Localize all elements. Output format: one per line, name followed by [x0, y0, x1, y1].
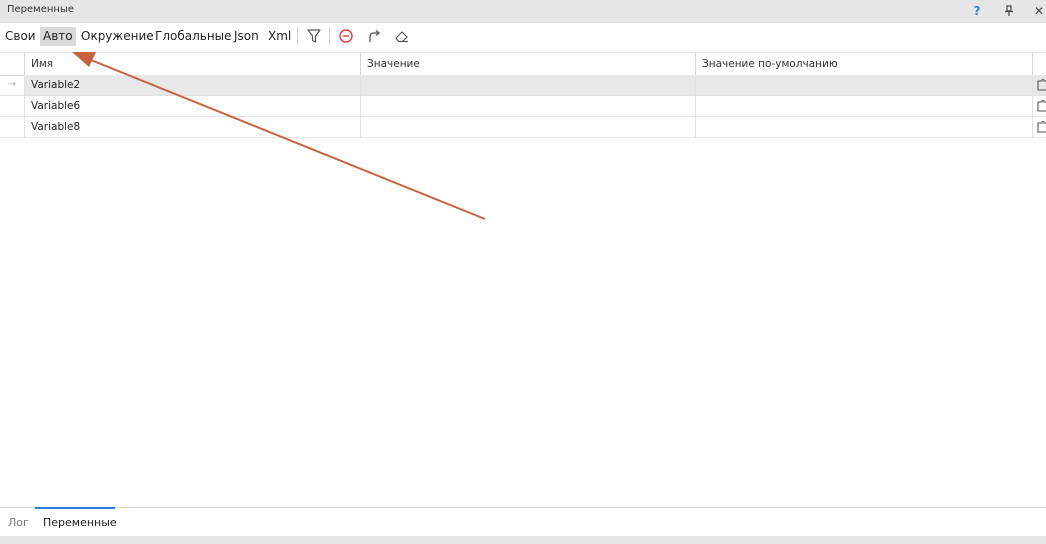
close-button[interactable]: ✕ — [1030, 2, 1046, 20]
cell-name[interactable]: Variable2 — [24, 75, 360, 95]
clear-button[interactable] — [392, 26, 412, 46]
puzzle-icon[interactable] — [1036, 99, 1046, 113]
redo-icon — [369, 30, 381, 42]
column-header-default[interactable]: Значение по-умолчанию — [695, 53, 1032, 75]
redo-button[interactable] — [364, 26, 384, 46]
tab-own[interactable]: Свои — [2, 27, 39, 46]
bottom-tab-bar: Лог Переменные — [0, 508, 1046, 536]
help-button[interactable]: ? — [968, 2, 986, 20]
tab-variables[interactable]: Переменные — [43, 516, 117, 529]
toolbar-separator — [297, 28, 298, 45]
column-header-name[interactable]: Имя — [24, 53, 360, 75]
tab-auto[interactable]: Авто — [40, 27, 76, 46]
row-indicator: → — [7, 79, 17, 90]
toolbar-separator — [329, 28, 330, 45]
table-row[interactable]: → Variable2 — [0, 75, 1046, 96]
cell-default[interactable] — [695, 75, 1032, 95]
cell-value[interactable] — [360, 96, 695, 116]
tab-environment[interactable]: Окружение — [78, 27, 157, 46]
status-bar — [0, 536, 1046, 544]
puzzle-icon[interactable] — [1036, 78, 1046, 92]
cell-default[interactable] — [695, 96, 1032, 116]
grid-header: Имя Значение Значение по-умолчанию — [0, 52, 1046, 76]
active-tab-indicator — [35, 507, 115, 509]
puzzle-icon[interactable] — [1036, 120, 1046, 134]
table-row[interactable]: Variable6 — [0, 96, 1046, 117]
filter-icon — [307, 29, 321, 43]
tab-global[interactable]: Глобальные — [152, 27, 235, 46]
cell-value[interactable] — [360, 117, 695, 137]
tab-xml[interactable]: Xml — [265, 27, 294, 46]
filter-button[interactable] — [304, 26, 324, 46]
column-header-value[interactable]: Значение — [360, 53, 695, 75]
toolbar: Свои Авто Окружение Глобальные Json Xml — [0, 23, 1046, 50]
cell-default[interactable] — [695, 117, 1032, 137]
window-title: Переменные — [7, 4, 74, 15]
pin-icon — [1005, 5, 1013, 16]
cell-value[interactable] — [360, 75, 695, 95]
window-titlebar: Переменные ? ✕ — [0, 0, 1046, 23]
tab-json[interactable]: Json — [231, 27, 262, 46]
cell-name[interactable]: Variable8 — [24, 117, 360, 137]
tab-log[interactable]: Лог — [8, 516, 29, 529]
remove-icon — [339, 29, 353, 43]
pin-button[interactable] — [1000, 2, 1018, 20]
column-header-extra — [1032, 53, 1046, 75]
eraser-icon — [395, 31, 408, 43]
cell-name[interactable]: Variable6 — [24, 96, 360, 116]
remove-button[interactable] — [336, 26, 356, 46]
table-row[interactable]: Variable8 — [0, 117, 1046, 138]
